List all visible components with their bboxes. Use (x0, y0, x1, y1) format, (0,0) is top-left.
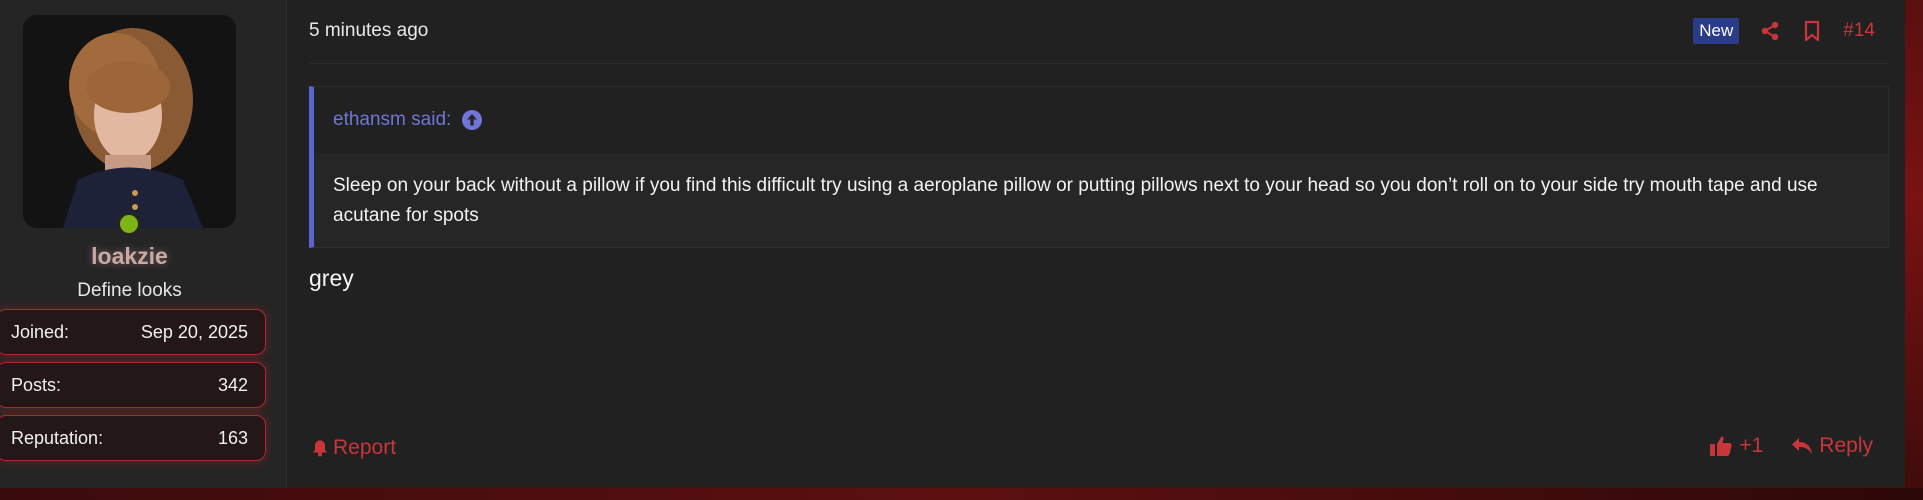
bookmark-icon[interactable] (1801, 20, 1823, 42)
stat-value: Sep 20, 2025 (140, 321, 248, 342)
arrow-up-circle-icon[interactable] (461, 109, 483, 131)
quote-block: ethansm said: Sleep on your back without… (309, 86, 1889, 248)
user-sidebar: loakzie Define looks Joined: Sep 20, 202… (0, 0, 287, 488)
stat-label: Joined: (11, 321, 70, 342)
post-number-link[interactable]: #14 (1843, 20, 1875, 42)
header-divider (309, 63, 1889, 64)
bell-icon (311, 439, 329, 457)
quote-author[interactable]: ethansm said: (333, 109, 451, 131)
avatar-image (23, 15, 236, 228)
stat-label: Posts: (11, 374, 62, 395)
reply-icon (1791, 437, 1813, 455)
stat-posts: Posts: 342 (0, 362, 266, 408)
quote-header[interactable]: ethansm said: (314, 87, 1888, 153)
post-message: grey (309, 265, 354, 291)
post-header-actions: New #14 (1693, 16, 1875, 46)
report-button[interactable]: Report (311, 436, 396, 460)
stat-joined: Joined: Sep 20, 2025 (0, 309, 266, 355)
background-edge-bottom (0, 488, 1923, 500)
quote-text: Sleep on your back without a pillow if y… (333, 175, 1818, 226)
post-timestamp[interactable]: 5 minutes ago (309, 20, 428, 42)
report-label: Report (333, 436, 397, 459)
avatar[interactable] (23, 15, 236, 228)
reply-label: Reply (1819, 434, 1873, 457)
new-badge: New (1693, 18, 1740, 44)
thumbs-up-icon (1709, 435, 1733, 457)
share-icon[interactable] (1759, 20, 1781, 42)
stat-label: Reputation: (11, 427, 104, 448)
stat-value: 163 (217, 427, 248, 448)
like-count: +1 (1739, 434, 1764, 457)
online-status-indicator (117, 212, 141, 236)
post-footer-actions: +1 Reply (1709, 434, 1873, 458)
like-button[interactable]: +1 (1709, 434, 1763, 458)
stat-value: 342 (217, 374, 248, 395)
user-title: Define looks (77, 280, 182, 301)
username[interactable]: loakzie (0, 243, 259, 270)
background-edge-right (1905, 0, 1923, 500)
stat-reputation: Reputation: 163 (0, 415, 266, 461)
reply-button[interactable]: Reply (1791, 434, 1873, 458)
forum-post: loakzie Define looks Joined: Sep 20, 202… (0, 0, 1905, 488)
